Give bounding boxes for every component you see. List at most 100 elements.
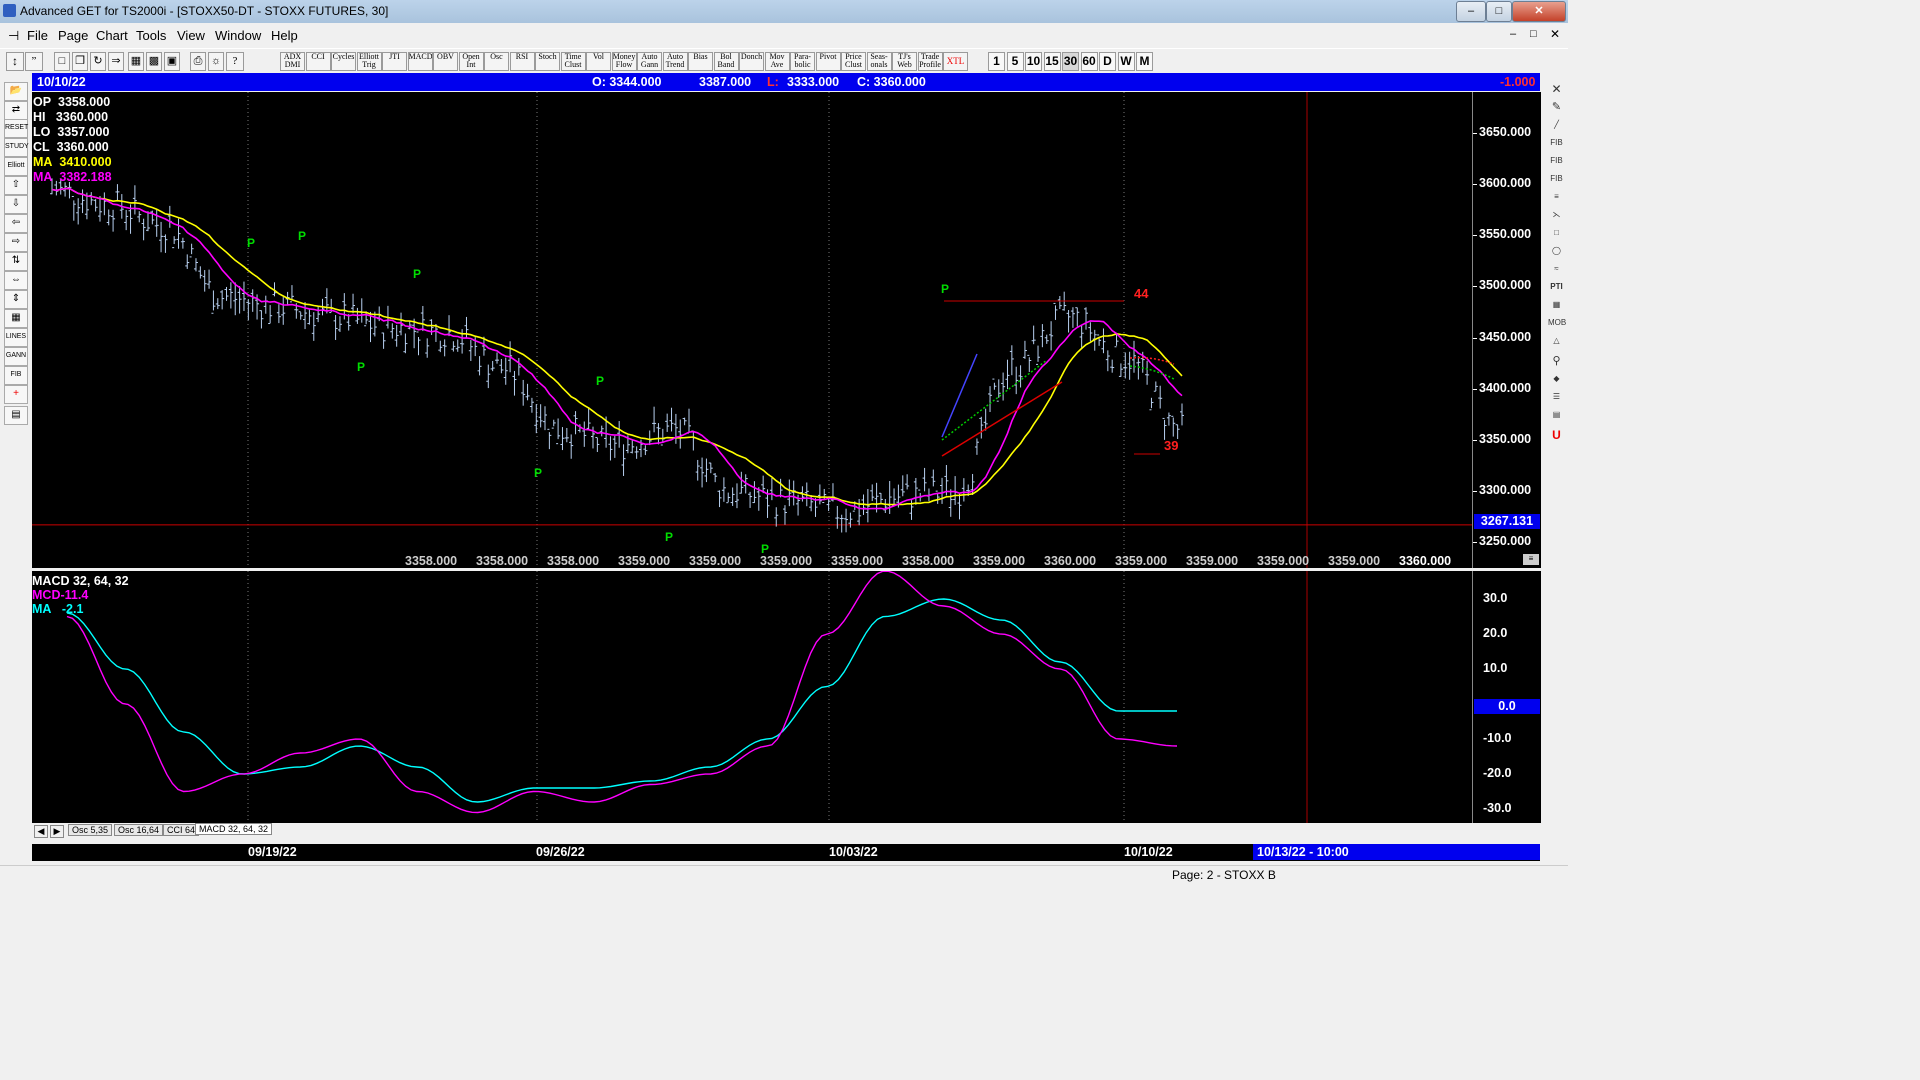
mob-icon[interactable]: MOB [1548, 316, 1566, 331]
app-menu-icon[interactable]: ⊣ [8, 28, 19, 44]
toolbar-btn-elliott-trig[interactable]: Elliott Trig [356, 52, 382, 71]
lines-icon[interactable]: LINES [4, 328, 28, 347]
toolbar-btn-time-clust[interactable]: Time Clust [560, 52, 586, 71]
pencil-icon[interactable]: ✎ [1548, 100, 1565, 115]
table-icon[interactable]: ▦ [1548, 298, 1565, 313]
toolbar-btn-bol-band[interactable]: Bol Band [713, 52, 739, 71]
fib-ext-icon[interactable]: FIB [1548, 154, 1565, 169]
toolbar-btn-cycles[interactable]: Cycles [331, 52, 356, 71]
tile-icon[interactable]: ▣ [164, 52, 180, 71]
interval-btn-d[interactable]: D [1099, 52, 1116, 71]
list-icon[interactable]: ☰ [1548, 390, 1565, 405]
ellipse-icon[interactable]: ◯ [1548, 244, 1565, 259]
study-icon[interactable]: STUDY [4, 138, 29, 157]
tab-osc-16-64[interactable]: Osc 16,64 [114, 824, 164, 836]
reset-icon[interactable]: RESET [4, 119, 28, 138]
menu-chart[interactable]: Chart [96, 28, 128, 43]
line-tool-icon[interactable]: ╱ [1548, 118, 1565, 133]
interval-btn-m[interactable]: M [1136, 52, 1153, 71]
macd-axis[interactable]: 30.0 20.0 10.0 -10.0 -20.0 -30.0 0.0 [1472, 571, 1541, 823]
book-icon[interactable]: ▤ [1548, 408, 1565, 423]
price-axis[interactable]: 3650.000 3600.000 3550.000 3500.000 3450.000… [1472, 92, 1541, 568]
zoom-icon[interactable]: ⚲ [1548, 354, 1565, 369]
arrow-right-icon[interactable]: ⇨ [4, 233, 28, 252]
toolbar-btn-osc[interactable]: Osc [484, 52, 509, 71]
tab-macd[interactable]: MACD 32, 64, 32 [195, 823, 273, 835]
toggle-icon[interactable]: ⇄ [4, 101, 28, 120]
interval-btn-w[interactable]: W [1117, 52, 1135, 71]
menu-file[interactable]: File [27, 28, 48, 43]
print-icon[interactable]: ⎙ [190, 52, 206, 71]
mdi-minimize-button[interactable]: – [1510, 28, 1516, 40]
price-chart-panel[interactable]: P P P P P P P P P 44 39 3358.000 3358.000 3358.000 335… [32, 92, 1472, 568]
toolbar-btn-seas-onals[interactable]: Seas- onals [866, 52, 892, 71]
toolbar-btn-money-flow[interactable]: Money Flow [611, 52, 637, 71]
close-button[interactable]: ✕ [1512, 1, 1566, 22]
toolbar-btn-trade-profile[interactable]: Trade Profile [917, 52, 943, 71]
pti-icon[interactable]: PTI [1548, 280, 1565, 295]
pattern-icon[interactable]: ≈ [1548, 262, 1565, 277]
grid-icon[interactable]: ▩ [146, 52, 162, 71]
toolbar-btn-xtl[interactable]: XTL [943, 52, 968, 71]
menu-tools[interactable]: Tools [136, 28, 166, 43]
interval-btn-15[interactable]: 15 [1043, 52, 1061, 71]
price-chart[interactable]: P PPPPPPPP 44393358.000 3358.000 3358.000 335… [32, 92, 1472, 568]
interval-btn-60[interactable]: 60 [1080, 52, 1098, 71]
fib-icon[interactable]: FIB [4, 366, 28, 385]
menu-window[interactable]: Window [215, 28, 261, 43]
undo-icon[interactable]: U [1548, 428, 1565, 443]
toolbar-btn-rsi[interactable]: RSI [509, 52, 535, 71]
tab-scroll-left[interactable]: ◀ [34, 825, 48, 838]
arrow-down-icon[interactable]: ⇩ [4, 195, 28, 214]
toolbar-btn-auto-gann[interactable]: Auto Gann [637, 52, 662, 71]
refresh-icon[interactable]: ↻ [90, 52, 106, 71]
bulb-icon[interactable]: ☼ [208, 52, 224, 71]
fan-icon[interactable]: ⋋ [1548, 208, 1565, 223]
tab-osc-5-35[interactable]: Osc 5,35 [68, 824, 113, 836]
box-icon[interactable]: □ [1548, 226, 1565, 241]
expand-v-icon[interactable]: ⇕ [4, 290, 28, 309]
grid-icon-left[interactable]: ▦ [4, 309, 28, 328]
toolbar-btn-bias[interactable]: Bias [688, 52, 713, 71]
close-tool-icon[interactable]: ✕ [1548, 82, 1565, 97]
macd-panel[interactable]: MACD 32, 64, 32 MCD-11.4 MA -2.1 [32, 570, 1472, 823]
help-pointer-icon[interactable]: ? [226, 52, 244, 71]
toolbar-btn-obv[interactable]: OBV [433, 52, 458, 71]
maximize-button[interactable]: □ [1486, 1, 1512, 22]
interval-btn-30[interactable]: 30 [1062, 52, 1079, 71]
menu-view[interactable]: View [177, 28, 205, 43]
toolbar-btn-open-int[interactable]: Open Int [458, 52, 484, 71]
expand-h-icon[interactable]: ⇔ [4, 271, 28, 290]
arrow-left-icon[interactable]: ⇦ [4, 214, 28, 233]
interval-btn-1[interactable]: 1 [988, 52, 1005, 71]
toolbar-btn-mov-ave[interactable]: Mov Ave [764, 52, 790, 71]
mdi-restore-button[interactable]: □ [1530, 28, 1537, 40]
interval-btn-10[interactable]: 10 [1025, 52, 1042, 71]
fib-ret-icon[interactable]: FIB [1548, 136, 1565, 151]
tab-scroll-right[interactable]: ▶ [50, 825, 64, 838]
menu-page[interactable]: Page [58, 28, 88, 43]
menu-help[interactable]: Help [271, 28, 298, 43]
toolbar-btn-adx-dmi[interactable]: ADX DMI [280, 52, 305, 71]
marker-icon[interactable]: ◆ [1548, 372, 1565, 387]
layout-icon[interactable]: ▦ [128, 52, 144, 71]
toolbar-btn-para-bolic[interactable]: Para- bolic [790, 52, 815, 71]
crosshair-icon[interactable]: + [4, 385, 28, 404]
open-icon[interactable]: 📂 [4, 82, 28, 101]
next-icon[interactable]: ⇒ [108, 52, 124, 71]
toolbar-btn-macd[interactable]: MACD [407, 52, 433, 71]
macd-chart[interactable] [32, 570, 1472, 823]
new-page-icon[interactable]: □ [54, 52, 70, 71]
arrow-up-icon[interactable]: ⇧ [4, 176, 28, 195]
toolbar-btn-price-clust[interactable]: Price Clust [841, 52, 866, 71]
tab-cci-64[interactable]: CCI 64 [163, 824, 200, 836]
interval-btn-5[interactable]: 5 [1006, 52, 1024, 71]
triangle-icon[interactable]: △ [1548, 334, 1565, 349]
scale-icon[interactable]: ≡ [1523, 554, 1539, 565]
save-icon[interactable]: ▤ [4, 406, 28, 425]
elliott-icon[interactable]: Elliott [4, 157, 28, 176]
fib-time-icon[interactable]: FIB [1548, 172, 1565, 187]
toolbar-btn-stoch[interactable]: Stoch [535, 52, 560, 71]
toolbar-btn-vol[interactable]: Vol [586, 52, 611, 71]
pointer-icon[interactable]: ↕ [6, 52, 24, 71]
